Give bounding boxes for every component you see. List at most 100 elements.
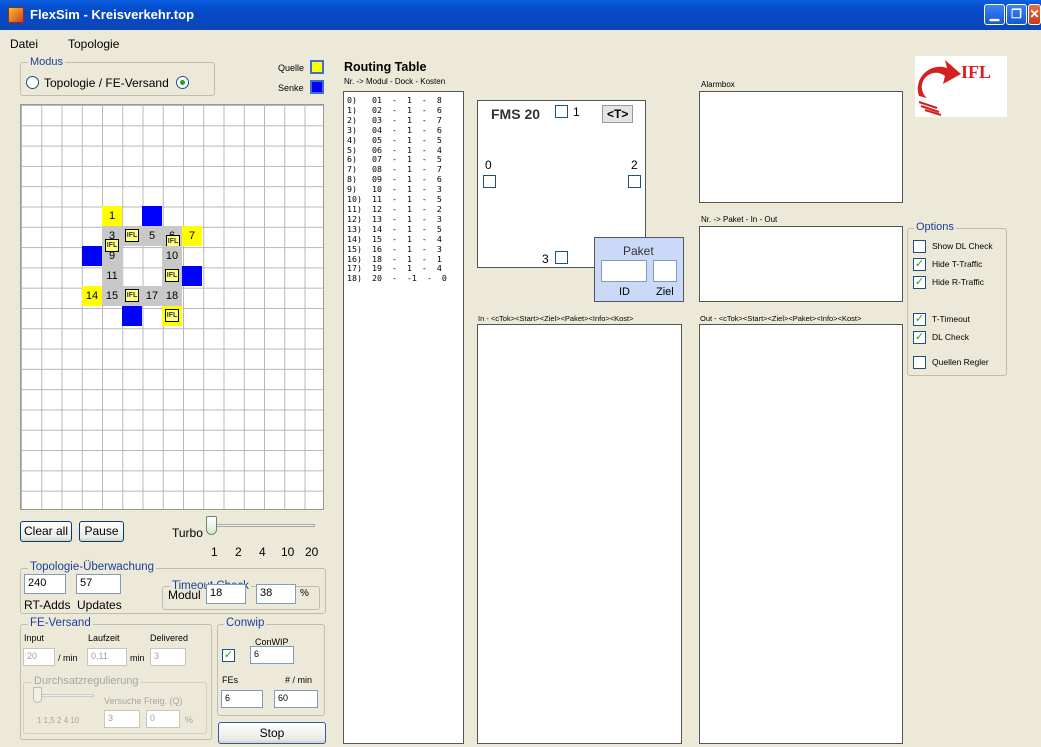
fe-versand-title: FE-Versand: [28, 617, 93, 629]
timeout-percent-field[interactable]: 38: [256, 584, 296, 604]
grid-cell-15[interactable]: 15: [102, 286, 122, 306]
grid-cell-7[interactable]: 7: [182, 226, 202, 246]
grid-cell-13[interactable]: [182, 266, 202, 286]
conwip-field[interactable]: 6: [250, 646, 294, 664]
alarmbox[interactable]: [699, 91, 903, 203]
out-list[interactable]: [699, 324, 903, 744]
minimize-icon[interactable]: ▁: [984, 4, 1005, 25]
grid-cell-1[interactable]: 1: [102, 206, 122, 226]
menu-topologie[interactable]: Topologie: [68, 37, 119, 51]
option-checkbox[interactable]: ✓: [913, 258, 926, 271]
rt-adds-field[interactable]: 240: [24, 574, 66, 594]
timeout-percent-sign: %: [300, 588, 309, 599]
maximize-icon[interactable]: ❐: [1006, 4, 1027, 25]
paket-io-list[interactable]: [699, 226, 903, 302]
grid-cell-10[interactable]: 10: [162, 246, 182, 266]
senke-swatch[interactable]: [310, 80, 324, 94]
paket-ziel-field[interactable]: [653, 260, 677, 282]
grid-cell-17[interactable]: 17: [142, 286, 162, 306]
per-min-field[interactable]: 60: [274, 690, 318, 708]
grid-cell-14[interactable]: 14: [82, 286, 102, 306]
dock-2-checkbox[interactable]: [628, 175, 641, 188]
turbo-slider-track[interactable]: [210, 524, 315, 527]
grid-cell-8[interactable]: [82, 246, 102, 266]
modul-label: Modul: [168, 588, 201, 602]
input-unit: / min: [58, 653, 78, 663]
dock-1-label: 1: [573, 105, 580, 119]
topologie-title: Topologie-Überwachung: [28, 561, 157, 573]
modul-field[interactable]: 18: [206, 584, 246, 604]
delivered-field[interactable]: 3: [150, 648, 186, 666]
dock-3-checkbox[interactable]: [555, 251, 568, 264]
modus-option-label: Topologie / FE-Versand: [44, 76, 169, 90]
turbo-tick-1: 1: [211, 545, 218, 559]
clear-all-button[interactable]: Clear all: [20, 521, 72, 542]
grid-cell-19[interactable]: [122, 306, 142, 326]
option-label: Hide T-Traffic: [932, 259, 983, 269]
per-min-label: # / min: [285, 675, 313, 685]
ifl-logo: IFL: [915, 56, 1007, 117]
option-label: Quellen Regler: [932, 357, 989, 367]
menu-datei[interactable]: Datei: [10, 37, 38, 51]
fes-field[interactable]: 6: [221, 690, 263, 708]
conwip-title: Conwip: [224, 617, 267, 629]
option-checkbox[interactable]: ✓: [913, 276, 926, 289]
window-title: FlexSim - Kreisverkehr.top: [30, 7, 195, 22]
freig-field[interactable]: 0: [146, 710, 180, 728]
modus-radio-left[interactable]: [26, 76, 39, 89]
quelle-swatch[interactable]: [310, 60, 324, 74]
paket-io-label: Nr. -> Paket - In - Out: [701, 215, 778, 224]
ifl-module-icon: IFL: [125, 229, 139, 242]
t-button[interactable]: <T>: [602, 105, 634, 123]
paket-id-field[interactable]: [601, 260, 647, 282]
option-label: Hide R-Traffic: [932, 277, 984, 287]
stop-button[interactable]: Stop: [218, 722, 326, 744]
logo-text: IFL: [961, 62, 991, 82]
option-checkbox[interactable]: [913, 356, 926, 369]
routing-table-list[interactable]: 0) 01 - 1 - 8 1) 02 - 1 - 6 2) 03 - 1 - 73…: [343, 91, 464, 744]
option-checkbox[interactable]: ✓: [913, 313, 926, 326]
option-label: Show DL Check: [932, 241, 993, 251]
dock-0-label: 0: [485, 158, 492, 172]
dock-1-checkbox[interactable]: [555, 105, 568, 118]
laufzeit-label: Laufzeit: [88, 633, 120, 643]
routing-row[interactable]: 15) 16 - 1 - 3: [347, 244, 463, 255]
ifl-module-icon: IFL: [165, 269, 179, 282]
input-label: Input: [24, 633, 45, 643]
durchsatz-slider-track[interactable]: [36, 694, 94, 697]
grid-cell-18[interactable]: 18: [162, 286, 182, 306]
turbo-tick-2: 2: [235, 545, 242, 559]
topology-grid[interactable]: 1 3 IFL 5 6 IFL 7 9 IFL 10 11 IFL 14 15 …: [20, 104, 324, 510]
ifl-module-icon: IFL: [125, 289, 139, 302]
in-list[interactable]: [477, 324, 682, 744]
grid-cell-2[interactable]: [142, 206, 162, 226]
option-checkbox[interactable]: ✓: [913, 331, 926, 344]
modus-title: Modus: [28, 56, 66, 68]
routing-row[interactable]: 18) 20 - -1 - 0: [347, 273, 463, 284]
input-field[interactable]: 20: [23, 648, 55, 666]
pause-button[interactable]: Pause: [79, 521, 124, 542]
turbo-slider-thumb[interactable]: [206, 516, 217, 535]
options-title: Options: [914, 221, 956, 233]
versuche-field[interactable]: 3: [104, 710, 140, 728]
in-label: In - <cTok><Start><Ziel><Paket><Info><Ko…: [478, 314, 634, 323]
durchsatz-slider-thumb[interactable]: [33, 687, 42, 703]
dock-0-checkbox[interactable]: [483, 175, 496, 188]
grid-cell-5[interactable]: 5: [142, 226, 162, 246]
menu-bar: Datei Topologie: [0, 32, 1041, 52]
updates-field[interactable]: 57: [76, 574, 121, 594]
laufzeit-field[interactable]: 0,11: [87, 648, 127, 666]
paket-box: Paket ID Ziel: [594, 237, 684, 302]
paket-ziel-label: Ziel: [656, 286, 674, 298]
paket-id-label: ID: [619, 286, 630, 298]
quelle-label: Quelle: [278, 63, 305, 73]
out-label: Out - <cTok><Start><Ziel><Paket><Info><K…: [700, 314, 862, 323]
option-label: DL Check: [932, 332, 970, 342]
modus-radio-right[interactable]: [176, 76, 189, 89]
conwip-checkbox[interactable]: ✓: [222, 649, 235, 662]
rt-adds-label: RT-Adds: [24, 598, 71, 612]
ifl-module-icon: IFL: [165, 309, 179, 322]
option-checkbox[interactable]: [913, 240, 926, 253]
grid-cell-11[interactable]: 11: [102, 266, 122, 286]
close-icon[interactable]: ✕: [1028, 4, 1041, 25]
